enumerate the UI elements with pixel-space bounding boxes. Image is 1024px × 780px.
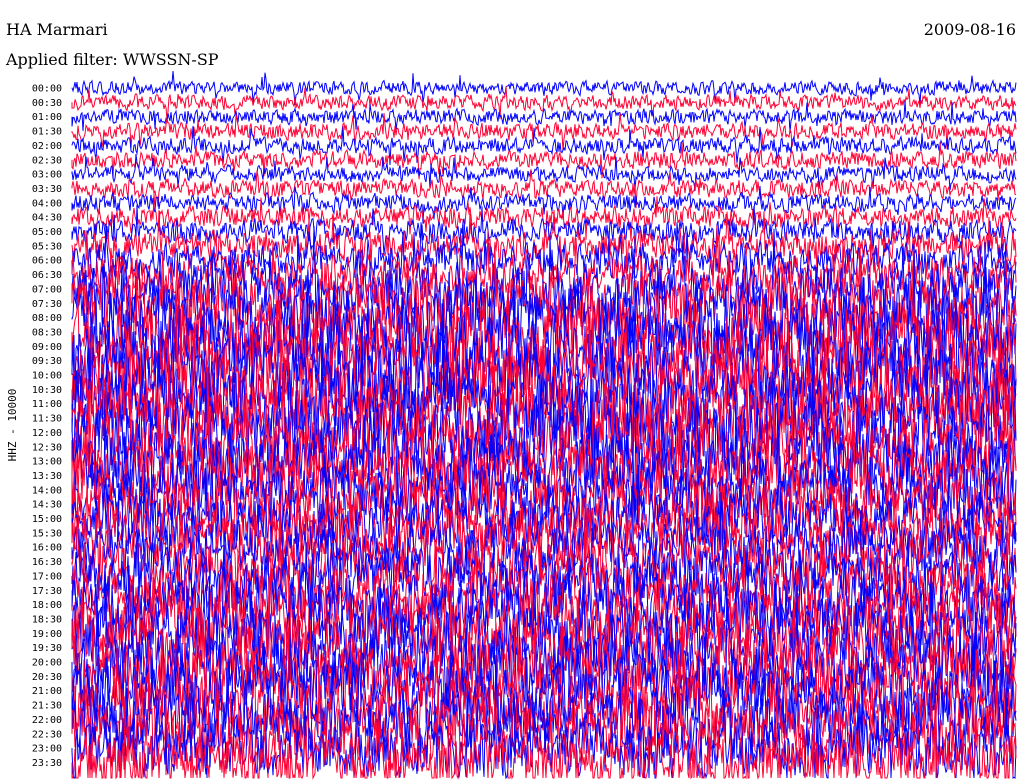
row-label-0630: 06:30: [32, 270, 62, 281]
row-label-0300: 03:00: [32, 170, 62, 181]
row-label-0600: 06:00: [32, 256, 62, 267]
row-label-1230: 12:30: [32, 442, 62, 453]
row-label-1500: 15:00: [32, 514, 62, 525]
row-label-0000: 00:00: [32, 84, 62, 95]
row-label-0330: 03:30: [32, 184, 62, 195]
row-label-0500: 05:00: [32, 227, 62, 238]
row-label-1200: 12:00: [32, 428, 62, 439]
row-label-0100: 01:00: [32, 112, 62, 123]
row-label-group: 00:00 00:30 01:00 01:30 02:00 02:30 03:00 03:30…: [32, 84, 62, 769]
row-label-0800: 08:00: [32, 313, 62, 324]
trace-group: [71, 71, 1017, 780]
row-label-1900: 19:00: [32, 629, 62, 640]
row-label-1700: 17:00: [32, 571, 62, 582]
row-label-1430: 14:30: [32, 500, 62, 511]
row-label-0400: 04:00: [32, 198, 62, 209]
row-label-1130: 11:30: [32, 414, 62, 425]
row-label-1030: 10:30: [32, 385, 62, 396]
row-label-1600: 16:00: [32, 543, 62, 554]
row-label-1730: 17:30: [32, 586, 62, 597]
row-label-0430: 04:30: [32, 213, 62, 224]
row-label-2130: 21:30: [32, 701, 62, 712]
row-label-1330: 13:30: [32, 471, 62, 482]
row-label-2030: 20:30: [32, 672, 62, 683]
row-label-0200: 02:00: [32, 141, 62, 152]
row-label-2230: 22:30: [32, 729, 62, 740]
row-label-2200: 22:00: [32, 715, 62, 726]
row-label-2330: 23:30: [32, 758, 62, 769]
row-label-0130: 01:30: [32, 127, 62, 138]
row-label-2100: 21:00: [32, 686, 62, 697]
row-label-0930: 09:30: [32, 356, 62, 367]
row-label-0230: 02:30: [32, 155, 62, 166]
row-label-0030: 00:30: [32, 98, 62, 109]
row-label-0530: 05:30: [32, 241, 62, 252]
row-label-0700: 07:00: [32, 284, 62, 295]
row-label-1800: 18:00: [32, 600, 62, 611]
row-label-1930: 19:30: [32, 643, 62, 654]
seismogram-plot: 00:00 00:30 01:00 01:30 02:00 02:30 03:00 03:30…: [6, 71, 1017, 780]
row-label-0830: 08:30: [32, 327, 62, 338]
row-label-1000: 10:00: [32, 371, 62, 382]
row-label-0900: 09:00: [32, 342, 62, 353]
row-label-2000: 20:00: [32, 658, 62, 669]
row-label-1100: 11:00: [32, 399, 62, 410]
row-label-1400: 14:00: [32, 485, 62, 496]
row-label-1630: 16:30: [32, 557, 62, 568]
row-label-2300: 23:00: [32, 744, 62, 755]
channel-label: HHZ - 10000: [6, 389, 19, 462]
row-label-1530: 15:30: [32, 528, 62, 539]
row-label-1830: 18:30: [32, 614, 62, 625]
row-label-1300: 13:00: [32, 457, 62, 468]
row-label-0730: 07:30: [32, 299, 62, 310]
